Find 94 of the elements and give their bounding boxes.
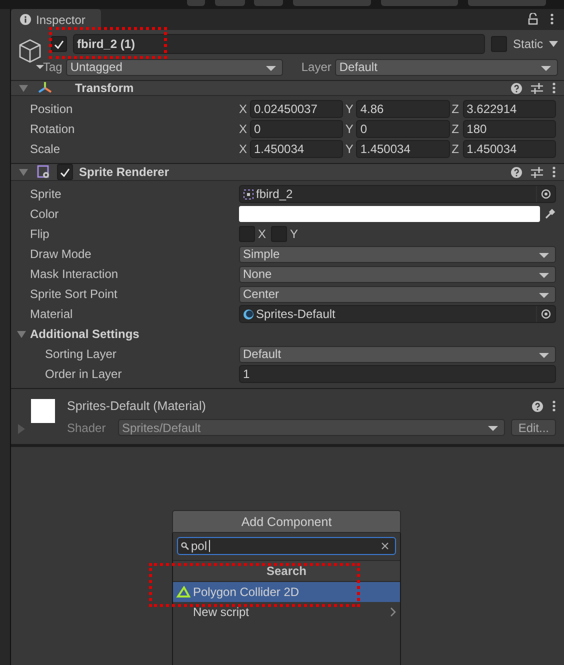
tag-label: Tag <box>43 60 62 74</box>
axis-label: Z <box>452 122 460 136</box>
caret-icon[interactable] <box>549 41 558 47</box>
eyedropper-icon[interactable] <box>544 208 556 220</box>
property-label: Scale <box>30 142 62 156</box>
flip-checkbox[interactable] <box>271 226 288 242</box>
check-icon <box>60 168 70 176</box>
property-label: Sorting Layer <box>44 347 118 361</box>
edit-button[interactable]: Edit... <box>511 419 556 436</box>
menu-header: Search <box>173 560 400 582</box>
foldout-icon[interactable] <box>17 330 26 338</box>
preset-icon[interactable] <box>531 166 543 178</box>
number-field[interactable]: 1.450034 <box>462 140 556 158</box>
active-checkbox[interactable] <box>51 36 67 52</box>
search-field[interactable]: pol <box>177 537 396 555</box>
property-label: Mask Interaction <box>30 267 120 281</box>
component-title[interactable]: Sprite Renderer <box>79 165 170 179</box>
help-icon[interactable] <box>532 400 543 412</box>
search-icon <box>181 542 189 550</box>
property-label: Rotation <box>30 122 76 136</box>
sphere-icon <box>243 308 254 320</box>
number-field[interactable]: 4.86 <box>356 100 450 118</box>
section-foldout[interactable]: Additional Settings <box>17 327 140 341</box>
axis-label: Y <box>345 102 354 116</box>
property-label: Draw Mode <box>30 247 92 261</box>
number-field[interactable]: 1.450034 <box>356 140 450 158</box>
axis-label: X <box>239 122 247 136</box>
axis-label: X <box>239 142 247 156</box>
dropdown[interactable]: None <box>239 266 556 282</box>
static-label: Static <box>512 37 543 51</box>
chevron-icon <box>390 607 396 617</box>
preset-icon[interactable] <box>531 82 543 94</box>
dropdown[interactable]: Center <box>239 286 556 302</box>
layer-label: Layer <box>301 60 332 74</box>
flip-checkbox[interactable] <box>239 226 255 242</box>
shader-label: Shader <box>67 420 107 434</box>
add-component-button[interactable]: Add Component <box>172 510 401 533</box>
checkbox-label: Y <box>290 227 298 241</box>
tag-dropdown[interactable]: Untagged <box>66 58 284 76</box>
property-label: Color <box>30 207 60 221</box>
property-label: Order in Layer <box>44 367 123 381</box>
property-label: Sprite Sort Point <box>30 287 118 301</box>
material-title: Sprites-Default (Material) <box>67 399 206 413</box>
axis-label: X <box>239 102 247 116</box>
number-field[interactable]: 0.02450037 <box>250 100 344 118</box>
help-icon[interactable] <box>511 166 522 178</box>
clear-icon[interactable] <box>381 542 389 550</box>
axis-label: Z <box>452 142 460 156</box>
help-icon[interactable] <box>511 82 522 94</box>
property-label: Position <box>30 102 74 116</box>
number-field[interactable]: 0 <box>356 120 450 138</box>
check-icon <box>54 40 64 48</box>
inspector-tab[interactable]: Inspector <box>11 9 102 30</box>
static-checkbox[interactable] <box>490 36 507 52</box>
foldout-icon[interactable] <box>19 84 28 92</box>
number-field[interactable]: 0 <box>250 120 344 138</box>
number-field[interactable]: 3.622914 <box>462 100 556 118</box>
lock-icon[interactable] <box>528 13 538 25</box>
checkbox-label: X <box>258 227 266 241</box>
number-field[interactable]: 1 <box>239 365 556 383</box>
info-icon <box>20 14 31 25</box>
menu-item[interactable]: New script <box>173 602 400 622</box>
number-field[interactable]: 180 <box>462 120 556 138</box>
more-icon[interactable] <box>552 82 556 94</box>
axis-label: Y <box>345 122 354 136</box>
transform-icon <box>37 81 53 95</box>
tab-title: Inspector <box>36 12 86 26</box>
axis-label: Y <box>345 142 354 156</box>
color-swatch[interactable] <box>239 206 540 222</box>
object-name: Sprites-Default <box>256 307 336 321</box>
number-field[interactable]: 1.450034 <box>250 140 344 158</box>
property-label: Flip <box>30 227 50 241</box>
material-preview <box>31 399 55 423</box>
target-icon <box>541 189 551 199</box>
component-title[interactable]: Transform <box>75 81 134 95</box>
more-icon[interactable] <box>550 13 554 25</box>
dropdown[interactable]: Simple <box>239 246 556 262</box>
foldout-icon[interactable] <box>19 168 28 176</box>
enabled-checkbox[interactable] <box>57 164 73 180</box>
axis-label: Z <box>452 102 460 116</box>
more-icon[interactable] <box>552 400 556 412</box>
layer-dropdown[interactable]: Default <box>335 58 558 76</box>
sprite-icon <box>243 188 254 200</box>
object-field[interactable]: Sprites-Default <box>239 305 556 323</box>
property-label: Sprite <box>30 187 62 201</box>
object-field[interactable]: fbird_2 <box>239 185 556 203</box>
property-label: Material <box>30 307 74 321</box>
menu-item[interactable]: Polygon Collider 2D <box>173 582 400 602</box>
object-name: fbird_2 <box>256 187 293 201</box>
triangle-icon <box>176 586 191 598</box>
name-field[interactable]: fbird_2 (1) <box>73 34 485 54</box>
more-icon[interactable] <box>552 166 556 178</box>
target-icon <box>541 309 551 319</box>
dropdown[interactable]: Default <box>239 346 556 362</box>
